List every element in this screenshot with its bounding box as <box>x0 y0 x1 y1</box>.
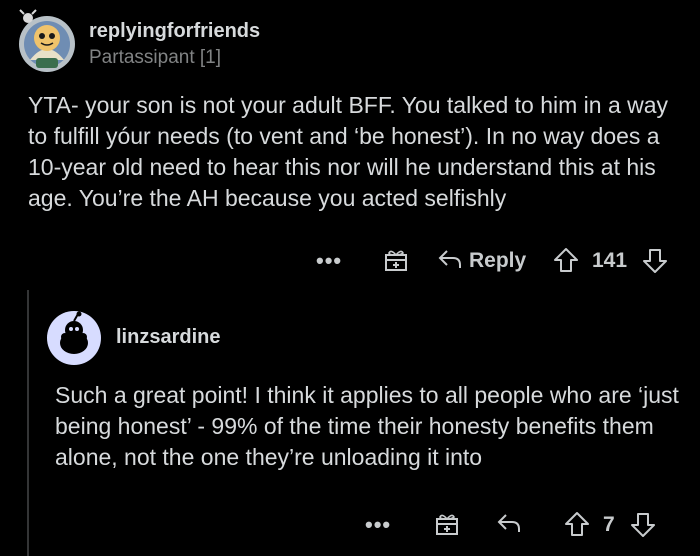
upvote-arrow-icon[interactable] <box>564 511 590 537</box>
reply-arrow-icon[interactable] <box>496 512 522 534</box>
upvote-arrow-icon[interactable] <box>553 247 579 273</box>
reply-button[interactable]: Reply <box>469 249 526 273</box>
more-options-button[interactable]: ••• <box>365 512 391 538</box>
reply-action-bar: ••• 7 <box>0 508 700 542</box>
user-avatar[interactable] <box>47 311 101 365</box>
award-gift-icon[interactable] <box>434 511 460 537</box>
downvote-arrow-icon[interactable] <box>630 512 656 538</box>
comment-action-bar: ••• Reply 141 <box>0 244 700 278</box>
reply-body: Such a great point! I think it applies t… <box>55 382 679 470</box>
comment-body: YTA- your son is not your adult BFF. You… <box>28 92 669 211</box>
vote-score: 7 <box>603 513 615 536</box>
award-gift-icon[interactable] <box>383 247 409 273</box>
downvote-arrow-icon[interactable] <box>642 248 668 274</box>
more-options-button[interactable]: ••• <box>316 248 342 274</box>
vote-score: 141 <box>592 249 628 272</box>
user-avatar[interactable] <box>16 8 78 74</box>
reply-arrow-icon[interactable] <box>437 248 463 270</box>
comment-username[interactable]: replyingforfriends <box>89 20 260 43</box>
reply-username[interactable]: linzsardine <box>116 326 220 349</box>
user-flair: Partassipant [1] <box>89 47 222 68</box>
